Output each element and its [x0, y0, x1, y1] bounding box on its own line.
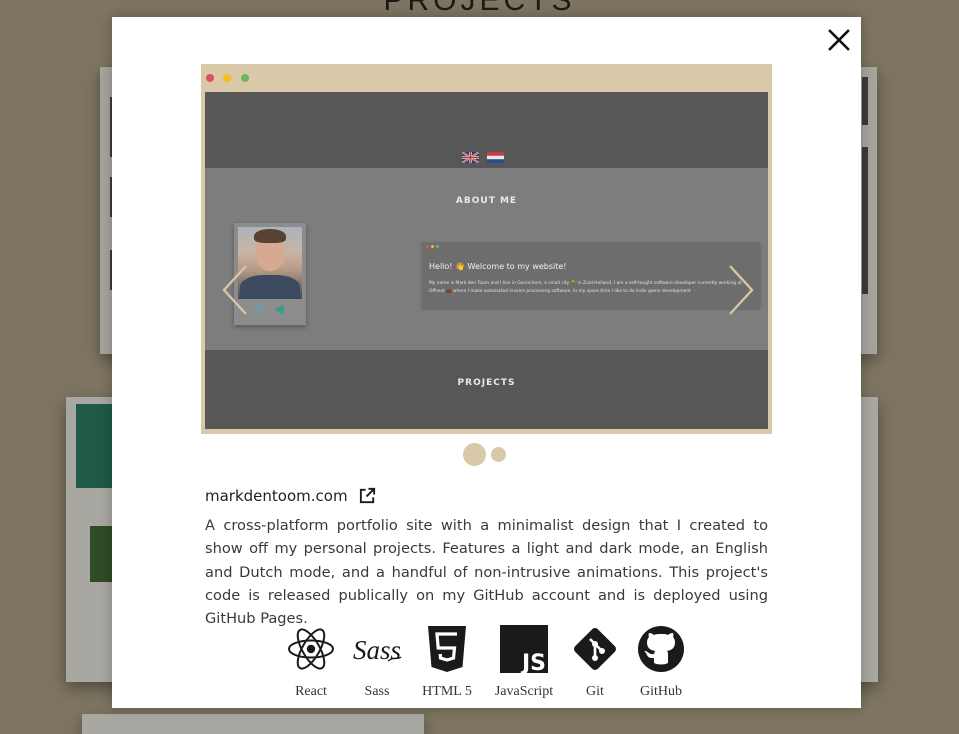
tech-label: JavaScript [494, 684, 554, 699]
svg-text:JS: JS [520, 651, 546, 673]
window-close-dot [206, 74, 214, 82]
image-carousel: ABOUT ME ⚛ ◀ Hello! 👋 Welcome to my webs… [201, 64, 772, 434]
carousel-next-button[interactable] [724, 260, 760, 320]
project-modal: ABOUT ME ⚛ ◀ Hello! 👋 Welcome to my webs… [112, 17, 861, 708]
uk-flag-icon [462, 152, 479, 163]
project-description: A cross-platform portfolio site with a m… [205, 517, 768, 628]
about-section-title: ABOUT ME [455, 196, 518, 206]
svg-text:Sass: Sass [353, 635, 401, 665]
external-link-icon [359, 487, 375, 504]
tech-label: HTML 5 [422, 684, 472, 699]
git-icon [574, 628, 616, 670]
sass-icon: Sass [353, 635, 402, 665]
netherlands-flag-icon [487, 152, 504, 163]
tech-label: GitHub [640, 684, 682, 699]
carousel-slide-screenshot: ABOUT ME ⚛ ◀ Hello! 👋 Welcome to my webs… [205, 92, 768, 429]
javascript-icon: JS [500, 625, 548, 673]
background-strip [862, 147, 868, 294]
tech-git: Git [570, 624, 620, 700]
close-button[interactable] [824, 25, 854, 55]
tech-label: React [295, 684, 327, 699]
carousel-indicator-1[interactable] [463, 443, 486, 466]
window-minimize-dot [223, 74, 231, 82]
project-link[interactable]: markdentoom.com [205, 486, 377, 505]
page-heading: PROJECTS [383, 0, 576, 17]
tech-javascript: JS JavaScript [490, 624, 558, 700]
tech-label: Sass [364, 684, 390, 699]
project-title: markdentoom.com [205, 486, 348, 505]
chevron-right-icon [729, 265, 754, 315]
window-maximize-dot [436, 245, 439, 248]
tech-html5: HTML 5 [415, 624, 479, 700]
chevron-left-icon [222, 265, 247, 315]
html5-icon [428, 626, 466, 672]
github-icon [638, 626, 684, 672]
carousel-indicator-2[interactable] [491, 447, 506, 462]
close-icon [828, 29, 850, 51]
window-minimize-dot [431, 245, 434, 248]
tech-react: React [286, 624, 336, 700]
window-close-dot [426, 245, 429, 248]
tech-github: GitHub [636, 624, 686, 700]
window-maximize-dot [241, 74, 249, 82]
projects-section [205, 350, 768, 429]
welcome-box: Hello! 👋 Welcome to my website! My name … [422, 242, 760, 308]
background-strip [862, 77, 868, 125]
tech-label: Git [586, 684, 604, 699]
react-mini-icon: ⚛ [253, 302, 265, 317]
react-icon [288, 628, 334, 670]
welcome-heading: Hello! 👋 Welcome to my website! [429, 262, 567, 271]
site-header [205, 92, 768, 168]
background-project-card [82, 714, 424, 734]
carousel-prev-button[interactable] [216, 260, 252, 320]
projects-section-title: PROJECTS [457, 378, 516, 388]
tech-sass: Sass Sass [352, 624, 402, 700]
sound-mini-icon: ◀ [274, 302, 284, 317]
welcome-text: My name is Mark den Toom and I live in G… [429, 281, 742, 294]
